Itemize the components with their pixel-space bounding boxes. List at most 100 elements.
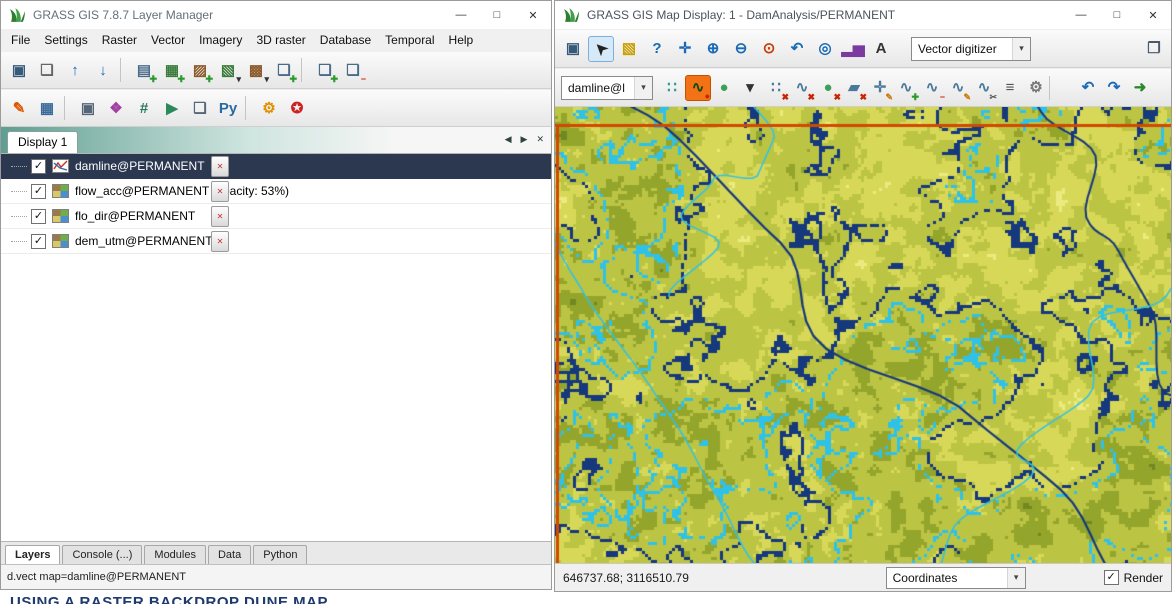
graphical-modeler-icon[interactable]: ❖: [103, 95, 129, 121]
digitize-point-icon[interactable]: ∷: [659, 75, 685, 101]
move-feature-icon[interactable]: ✛ ✎: [867, 75, 893, 101]
add-map-elements-icon[interactable]: A: [868, 36, 894, 62]
map-canvas[interactable]: [555, 107, 1171, 563]
query-icon[interactable]: ?: [644, 36, 670, 62]
layer-checkbox[interactable]: [31, 234, 46, 249]
pane-tab[interactable]: Data: [208, 545, 251, 564]
menu-item[interactable]: Imagery: [192, 31, 249, 49]
close-button[interactable]: ✕: [515, 1, 551, 29]
redo-icon[interactable]: ↷: [1101, 75, 1127, 101]
zoom-out-icon[interactable]: ⊖: [728, 36, 754, 62]
layer-row[interactable]: dem_utm@PERMANENT ✕: [1, 229, 551, 254]
python-console-icon[interactable]: Py: [215, 95, 241, 121]
tab-next-icon[interactable]: ▶: [521, 134, 528, 145]
animation-icon[interactable]: ▶: [159, 95, 185, 121]
delete-line-icon[interactable]: ∿ ✖: [789, 75, 815, 101]
open-workspace-icon[interactable]: ↑: [62, 57, 88, 83]
save-workspace-icon[interactable]: ↓: [90, 57, 116, 83]
layer-row[interactable]: flo_dir@PERMANENT ✕: [1, 204, 551, 229]
docking-icon[interactable]: ❐: [1141, 36, 1167, 62]
map-view[interactable]: [555, 107, 1171, 563]
layer-manager-titlebar[interactable]: GRASS GIS 7.8.7 Layer Manager — □ ✕: [1, 1, 551, 29]
zoom-region-icon[interactable]: ⊙: [756, 36, 782, 62]
statusbar-mode-select[interactable]: Coordinates ▾: [886, 567, 1026, 589]
abort-render-button[interactable]: ✕: [211, 206, 229, 227]
minimize-button[interactable]: —: [443, 1, 479, 29]
render-checkbox[interactable]: [1104, 570, 1119, 585]
georectifier-icon[interactable]: #: [131, 95, 157, 121]
split-line-icon[interactable]: ∿ ✂: [971, 75, 997, 101]
create-workspace-icon[interactable]: ❏: [34, 57, 60, 83]
layer-checkbox[interactable]: [31, 159, 46, 174]
tools-select[interactable]: Vector digitizer ▾: [911, 37, 1031, 61]
tab-close-icon[interactable]: ✕: [536, 134, 544, 145]
move-vertex-icon[interactable]: ∿ ✎: [945, 75, 971, 101]
zoom-in-icon[interactable]: ⊕: [700, 36, 726, 62]
abort-render-button[interactable]: ✕: [211, 156, 229, 177]
edit-attributes-icon[interactable]: ≡: [997, 75, 1023, 101]
delete-area-icon[interactable]: ● ✖: [815, 75, 841, 101]
digitize-line-icon[interactable]: ∿ ●: [685, 75, 711, 101]
cartographic-composer-icon[interactable]: ✎: [6, 95, 32, 121]
digitize-boundary-icon[interactable]: ●: [711, 75, 737, 101]
remove-vertex-icon[interactable]: ∿ −: [919, 75, 945, 101]
layer-row[interactable]: flow_acc@PERMANENT (opacity: 53%) ✕: [1, 179, 551, 204]
layer-checkbox[interactable]: [31, 209, 46, 224]
add-overlay-icon[interactable]: ❏ ✚: [312, 57, 338, 83]
menu-item[interactable]: Settings: [37, 31, 94, 49]
pan-icon[interactable]: ✛: [672, 36, 698, 62]
pane-tab[interactable]: Python: [253, 545, 307, 564]
menu-item[interactable]: 3D raster: [249, 31, 312, 49]
zoom-back-icon[interactable]: ↶: [784, 36, 810, 62]
attribute-table-icon[interactable]: ▦: [34, 95, 60, 121]
pane-tab[interactable]: Console (...): [62, 545, 142, 564]
delete-feature-icon[interactable]: ▰ ✖: [841, 75, 867, 101]
pane-tab[interactable]: Layers: [5, 545, 60, 564]
menu-item[interactable]: Help: [442, 31, 481, 49]
mapcalc-icon[interactable]: ▣: [75, 95, 101, 121]
layer-checkbox[interactable]: [31, 184, 46, 199]
pane-tab[interactable]: Modules: [144, 545, 206, 564]
delete-layer-icon[interactable]: ❏ −: [340, 57, 366, 83]
maximize-button[interactable]: □: [1099, 1, 1135, 29]
render-map-icon[interactable]: ▣: [560, 36, 586, 62]
abort-render-button[interactable]: ✕: [211, 231, 229, 252]
select-features-icon[interactable]: ▧: [616, 36, 642, 62]
analyze-map-icon[interactable]: ▂▅: [840, 36, 866, 62]
menubar: FileSettingsRasterVectorImagery3D raster…: [1, 29, 551, 51]
add-raster-layer-icon[interactable]: ▦ ✚: [159, 57, 185, 83]
add-group-icon[interactable]: ❏ ✚: [271, 57, 297, 83]
pointer-icon[interactable]: ➤: [588, 36, 614, 62]
digitizer-tools-icon[interactable]: ⚙: [1023, 75, 1049, 101]
edited-layer-select[interactable]: damline@l ▾: [561, 76, 653, 100]
menu-item[interactable]: Database: [313, 31, 378, 49]
menu-item[interactable]: Vector: [144, 31, 192, 49]
add-multiple-layers-icon[interactable]: ▤ ✚: [131, 57, 157, 83]
map-display-titlebar[interactable]: GRASS GIS Map Display: 1 - DamAnalysis/P…: [555, 1, 1171, 29]
undo-icon[interactable]: ↶: [1075, 75, 1101, 101]
display-1-tab[interactable]: Display 1: [7, 131, 78, 153]
add-various-vector-icon[interactable]: ▩ ▾: [243, 57, 269, 83]
zoom-extent-icon[interactable]: ◎: [812, 36, 838, 62]
layer-row[interactable]: damline@PERMANENT ✕: [1, 154, 551, 179]
minimize-button[interactable]: —: [1063, 1, 1099, 29]
add-various-raster-icon[interactable]: ▧ ▾: [215, 57, 241, 83]
maximize-button[interactable]: □: [479, 1, 515, 29]
render-toggle[interactable]: Render: [1104, 570, 1163, 585]
menu-item[interactable]: Raster: [95, 31, 144, 49]
menu-item[interactable]: File: [4, 31, 37, 49]
settings-gear-icon[interactable]: ⚙: [256, 95, 282, 121]
boundary-tools-chevron-icon[interactable]: ▾: [737, 75, 763, 101]
delete-point-icon[interactable]: ∷ ✖: [763, 75, 789, 101]
add-vector-layer-icon[interactable]: ▨ ✚: [187, 57, 213, 83]
quit-digitizer-icon[interactable]: ➜: [1127, 75, 1153, 101]
add-vertex-icon[interactable]: ∿ ✚: [893, 75, 919, 101]
start-new-display-icon[interactable]: ▣: [6, 57, 32, 83]
close-button[interactable]: ✕: [1135, 1, 1171, 29]
abort-render-button[interactable]: ✕: [211, 181, 229, 202]
menu-item[interactable]: Temporal: [378, 31, 441, 49]
tab-prev-icon[interactable]: ◀: [505, 134, 512, 145]
script-editor-icon[interactable]: ❏: [187, 95, 213, 121]
layer-tree: damline@PERMANENT ✕ flow_acc@PERMANENT (…: [1, 153, 551, 541]
help-lifebuoy-icon[interactable]: ✪: [284, 95, 310, 121]
